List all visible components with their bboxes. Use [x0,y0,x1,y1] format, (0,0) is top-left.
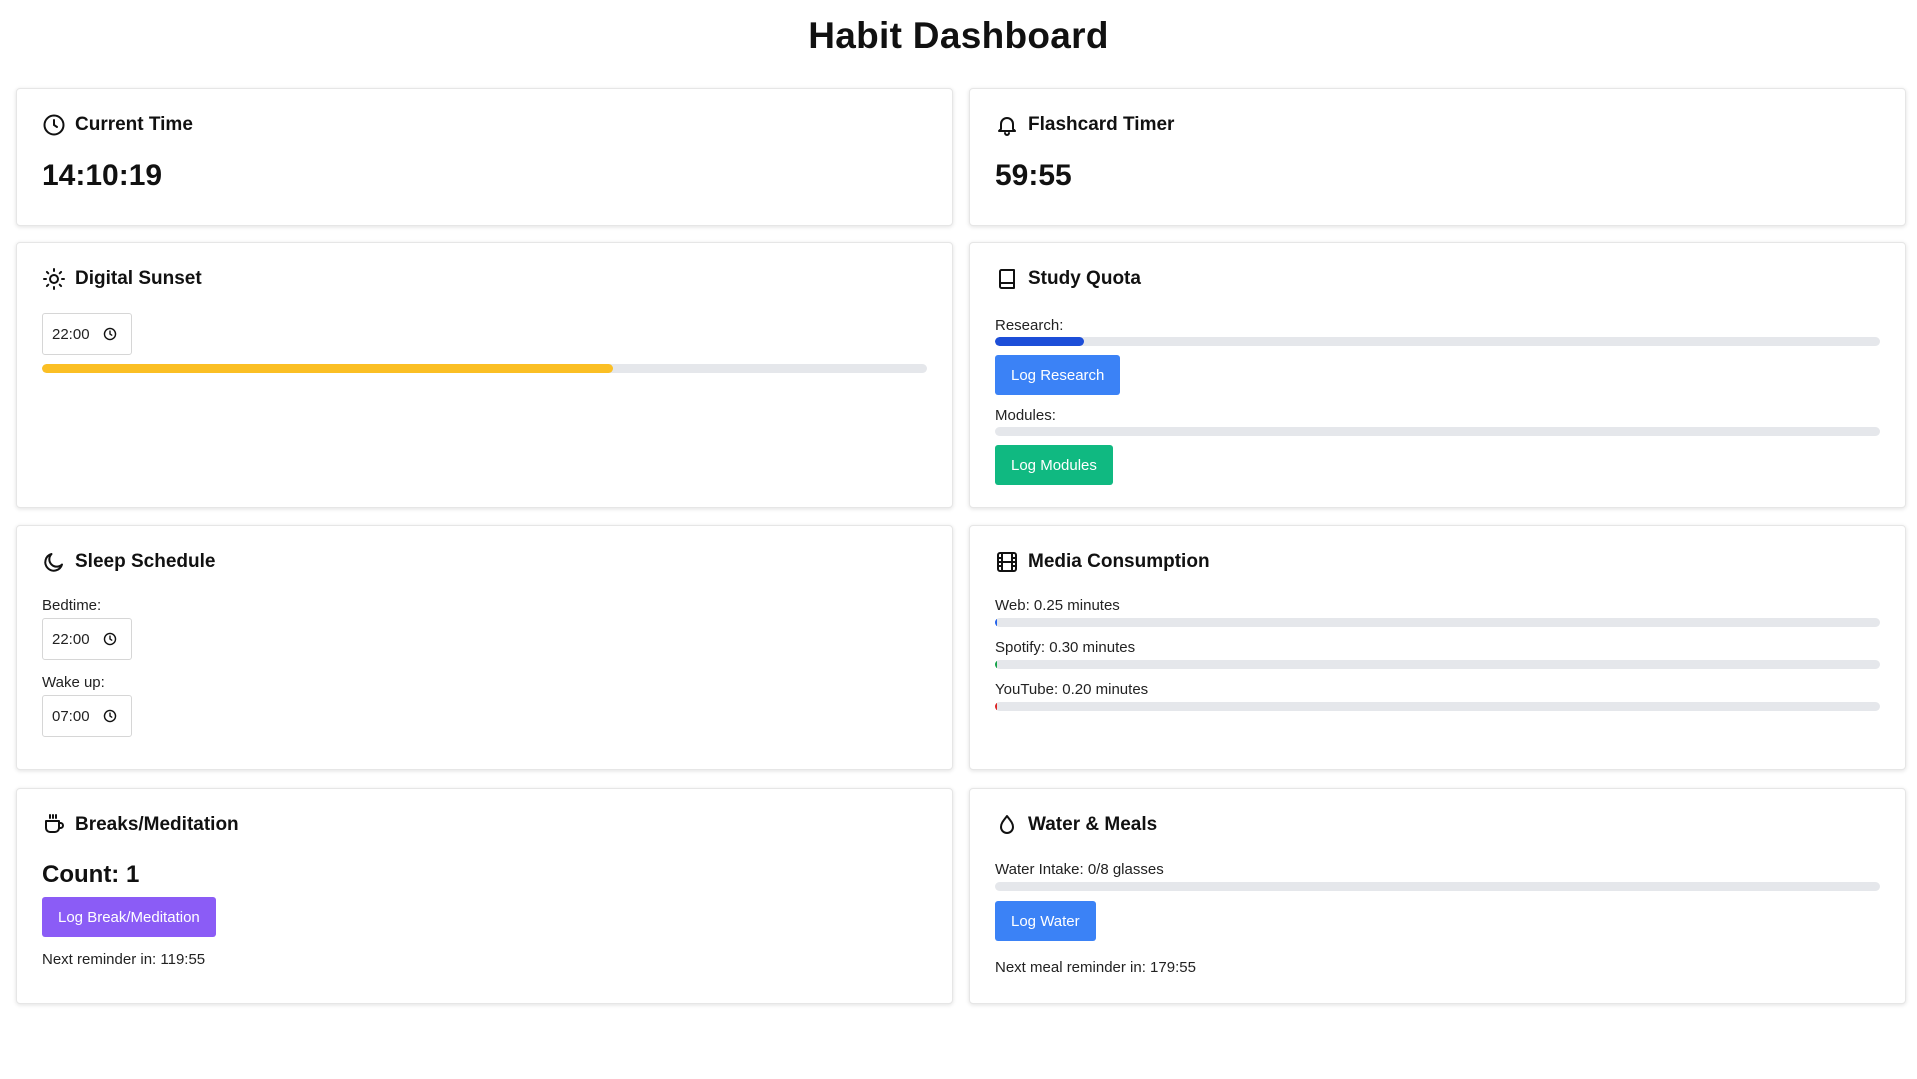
bedtime-label: Bedtime: [42,597,102,614]
flashcard-timer-header: Flashcard Timer [995,113,1174,137]
digital-sunset-card: Digital Sunset 22:00 [16,242,953,508]
meal-reminder-text: Next meal reminder in: 179:55 [995,959,1196,976]
flashcard-timer-value: 59:55 [995,159,1072,192]
log-break-button[interactable]: Log Break/Meditation [42,897,216,937]
log-modules-button[interactable]: Log Modules [995,445,1113,485]
media-item-fill [995,618,997,627]
film-icon [997,552,1017,572]
media-item-fill [995,702,997,711]
sleep-schedule-header: Sleep Schedule [42,550,215,574]
digital-sunset-header: Digital Sunset [42,267,202,291]
breaks-count: Count: 1 [42,861,140,888]
clock-icon[interactable] [103,632,117,646]
modules-progress-bar [995,427,1880,436]
breaks-title: Breaks/Meditation [75,814,239,835]
wakeup-value: 07:00 [52,707,90,725]
clock-icon [43,114,65,136]
clock-icon[interactable] [103,327,117,341]
book-icon [999,269,1015,289]
study-quota-card: Study Quota Research: Log Research Modul… [969,242,1906,508]
research-progress-fill [995,337,1084,346]
flashcard-timer-card: Flashcard Timer 59:55 [969,88,1906,226]
modules-label: Modules: [995,407,1056,424]
digital-sunset-title: Digital Sunset [75,268,202,289]
sunset-progress-fill [42,364,613,373]
moon-icon [44,553,63,572]
media-item-bar [995,660,1880,669]
bedtime-value: 22:00 [52,630,90,648]
droplet-icon [1000,815,1014,834]
current-time-title: Current Time [75,114,193,135]
research-progress-bar [995,337,1880,346]
bedtime-input[interactable]: 22:00 [42,618,132,660]
water-intake-label: Water Intake: 0/8 glasses [995,861,1164,878]
water-meals-title: Water & Meals [1028,814,1158,835]
media-item-label: YouTube: 0.20 minutes [995,681,1149,698]
wakeup-input[interactable]: 07:00 [42,695,132,737]
media-consumption-title: Media Consumption [1028,551,1210,572]
research-label: Research: [995,317,1064,334]
wakeup-label: Wake up: [42,674,105,691]
breaks-header: Breaks/Meditation [42,813,239,837]
water-meals-card: Water & Meals Water Intake: 0/8 glasses … [969,788,1906,1004]
sleep-schedule-card: Sleep Schedule Bedtime: 22:00 Wake up: 0… [16,525,953,770]
page-title: Habit Dashboard [808,15,1109,56]
water-meals-header: Water & Meals [995,813,1157,837]
media-consumption-card: Media Consumption Web: 0.25 minutes Spot… [969,525,1906,770]
break-reminder-text: Next reminder in: 119:55 [42,951,206,968]
coffee-icon [45,814,64,833]
log-research-button[interactable]: Log Research [995,355,1121,395]
study-quota-header: Study Quota [995,267,1141,291]
media-item-bar [995,702,1880,711]
bell-icon [998,117,1016,136]
sun-icon [43,268,65,290]
log-water-button[interactable]: Log Water [995,901,1096,941]
water-intake-bar [995,882,1880,891]
clock-icon[interactable] [103,709,117,723]
sunset-time-input[interactable]: 22:00 [42,313,132,355]
media-item-label: Spotify: 0.30 minutes [995,639,1136,656]
media-consumption-header: Media Consumption [995,550,1210,574]
sleep-schedule-title: Sleep Schedule [75,551,216,572]
media-item-fill [995,660,997,669]
sunset-time-value: 22:00 [52,325,90,343]
study-quota-title: Study Quota [1028,268,1141,289]
sunset-progress-bar [42,364,927,373]
current-time-value: 14:10:19 [42,159,163,192]
media-item-bar [995,618,1880,627]
breaks-card: Breaks/Meditation Count: 1 Log Break/Med… [16,788,953,1004]
current-time-card: Current Time 14:10:19 [16,88,953,226]
flashcard-timer-title: Flashcard Timer [1028,114,1175,135]
media-item-label: Web: 0.25 minutes [995,597,1120,614]
current-time-header: Current Time [42,113,193,137]
